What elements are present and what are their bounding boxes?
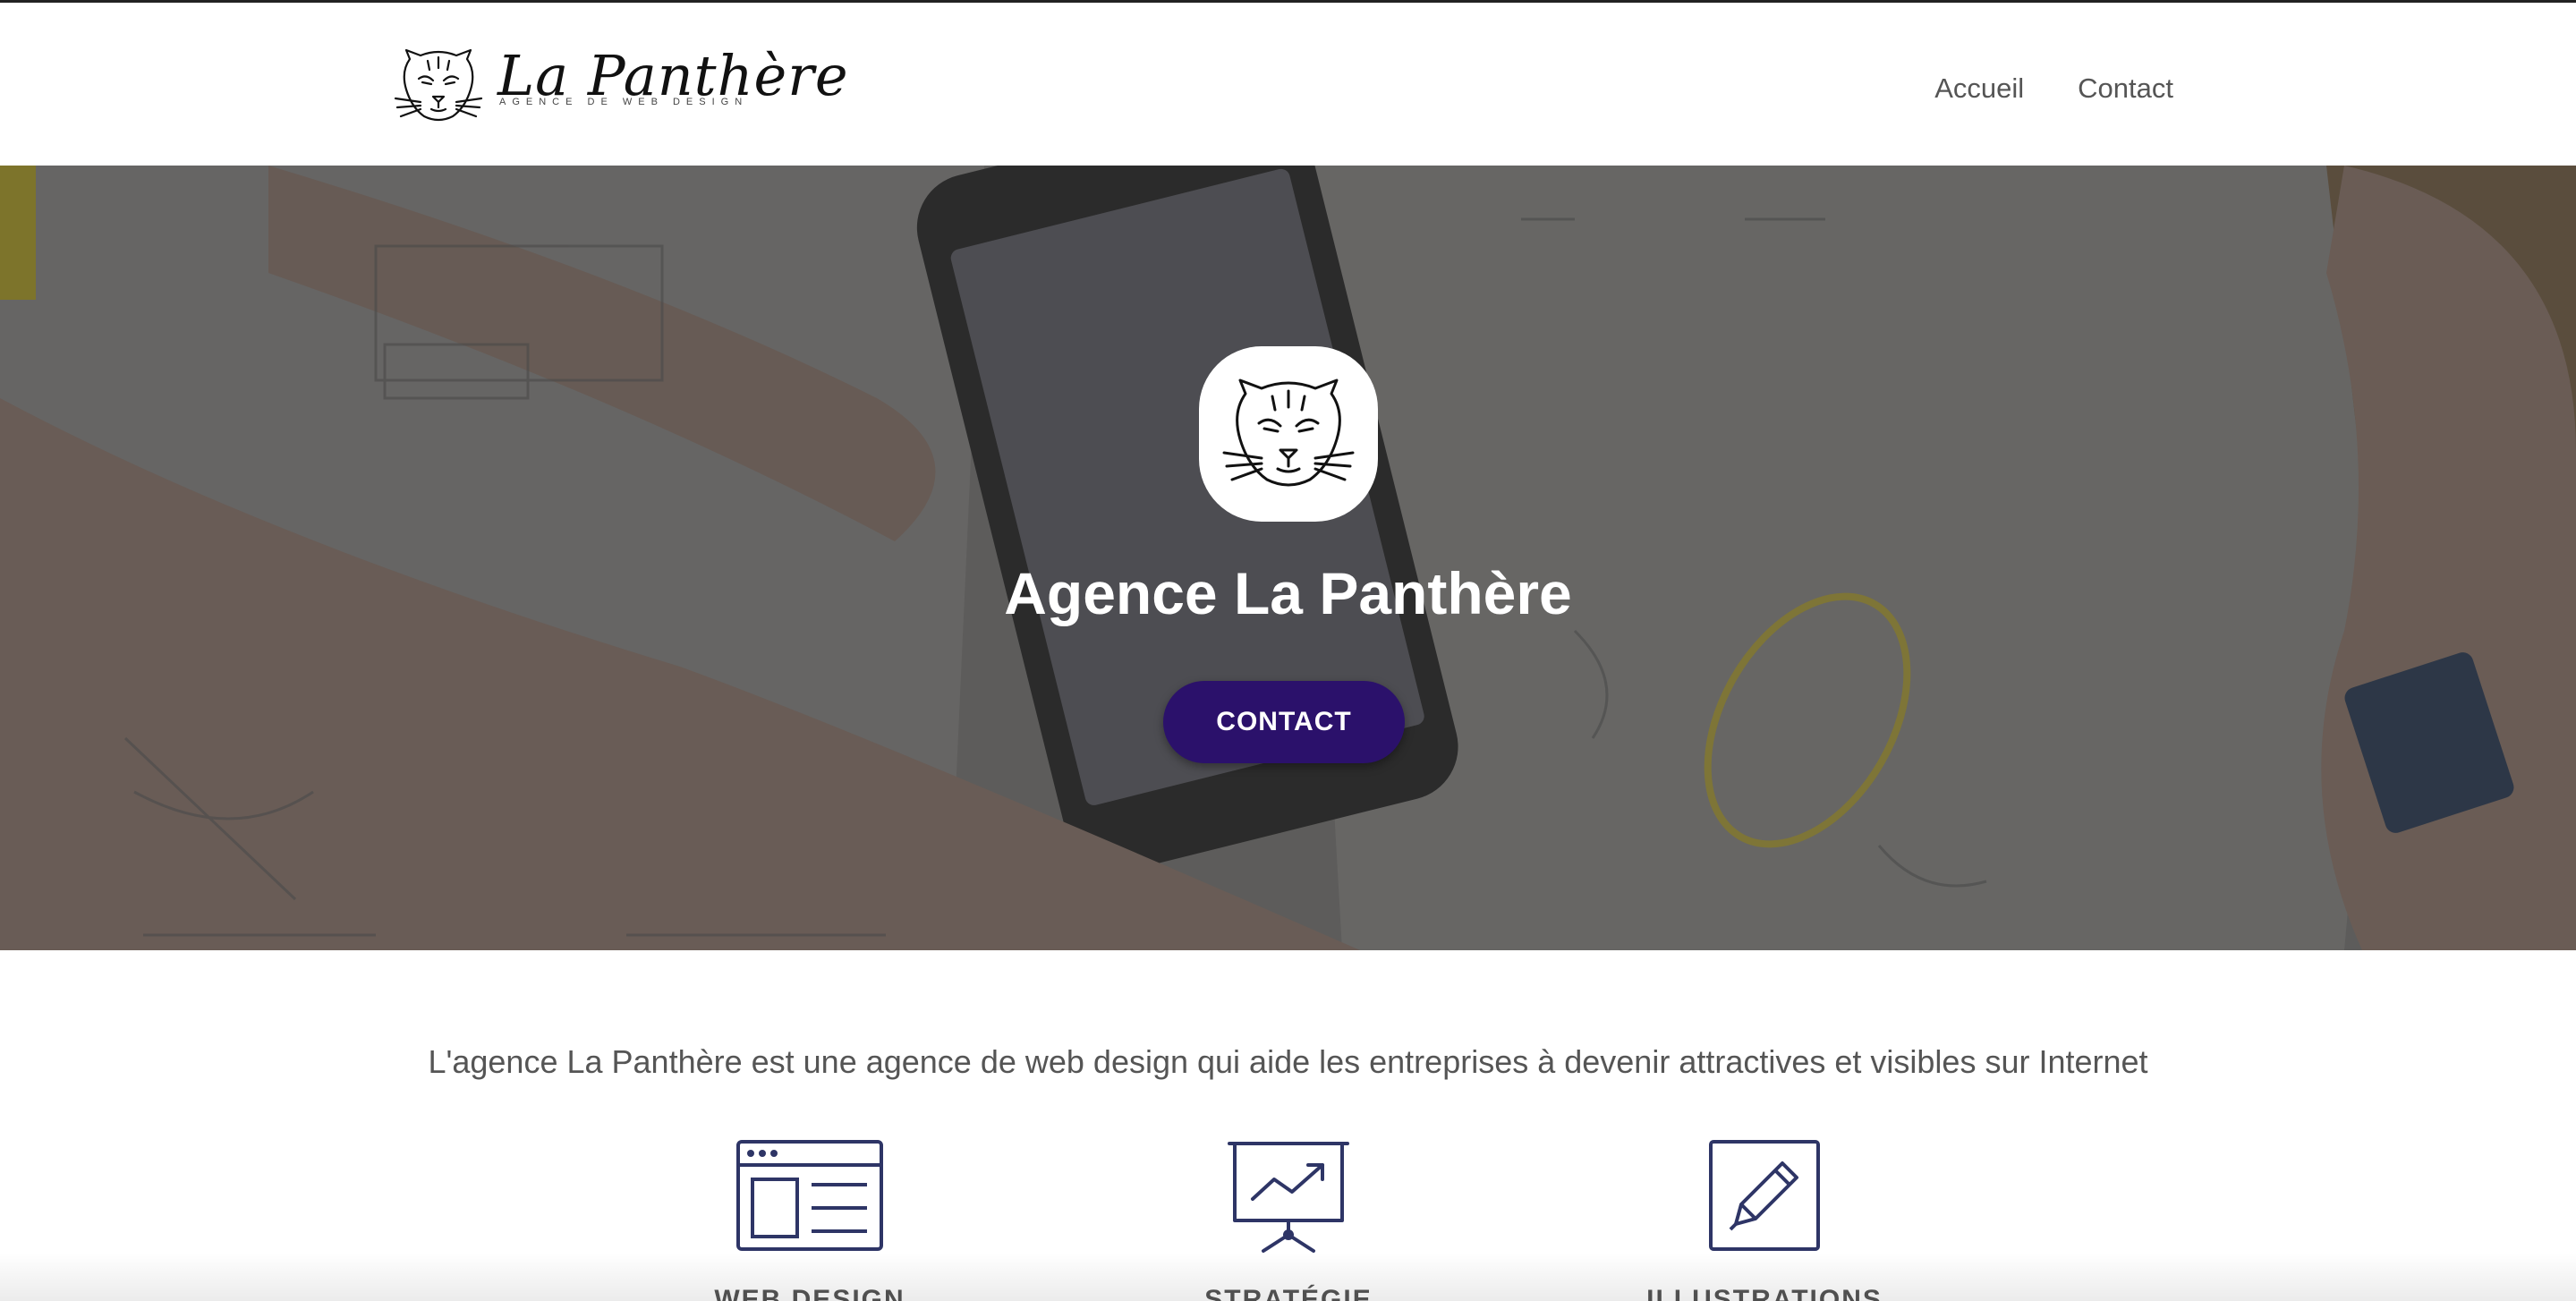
pencil-icon bbox=[1709, 1140, 1820, 1251]
service-illustrations: ILLUSTRATIONS bbox=[1646, 1140, 1881, 1301]
presentation-chart-icon bbox=[1228, 1142, 1349, 1253]
service-label: WEB DESIGN bbox=[714, 1285, 905, 1301]
hero-overlay bbox=[0, 166, 2576, 950]
service-label: STRATÉGIE bbox=[1204, 1285, 1373, 1301]
site-logo[interactable]: La Panthère AGENCE DE WEB DESIGN bbox=[394, 43, 848, 132]
hero-section: Agence La Panthère CONTACT bbox=[0, 166, 2576, 950]
service-label: ILLUSTRATIONS bbox=[1646, 1285, 1883, 1301]
main-nav: Accueil Contact bbox=[1934, 72, 2173, 105]
browser-window-icon bbox=[736, 1140, 883, 1251]
contact-button[interactable]: CONTACT bbox=[1163, 681, 1405, 763]
panther-head-icon bbox=[1222, 378, 1355, 487]
nav-link-contact[interactable]: Contact bbox=[2078, 72, 2173, 105]
logo-tagline: AGENCE DE WEB DESIGN bbox=[499, 97, 749, 107]
service-strategie: STRATÉGIE bbox=[1199, 1140, 1378, 1301]
nav-link-accueil[interactable]: Accueil bbox=[1934, 72, 2024, 105]
hero-title: Agence La Panthère bbox=[1004, 560, 1572, 626]
hero-logo bbox=[1199, 346, 1378, 522]
panther-head-icon bbox=[394, 48, 483, 122]
site-header: La Panthère AGENCE DE WEB DESIGN Accueil… bbox=[0, 3, 2576, 166]
service-web-design: WEB DESIGN bbox=[714, 1140, 904, 1301]
intro-text: L'agence La Panthère est une agence de w… bbox=[428, 1043, 2148, 1080]
